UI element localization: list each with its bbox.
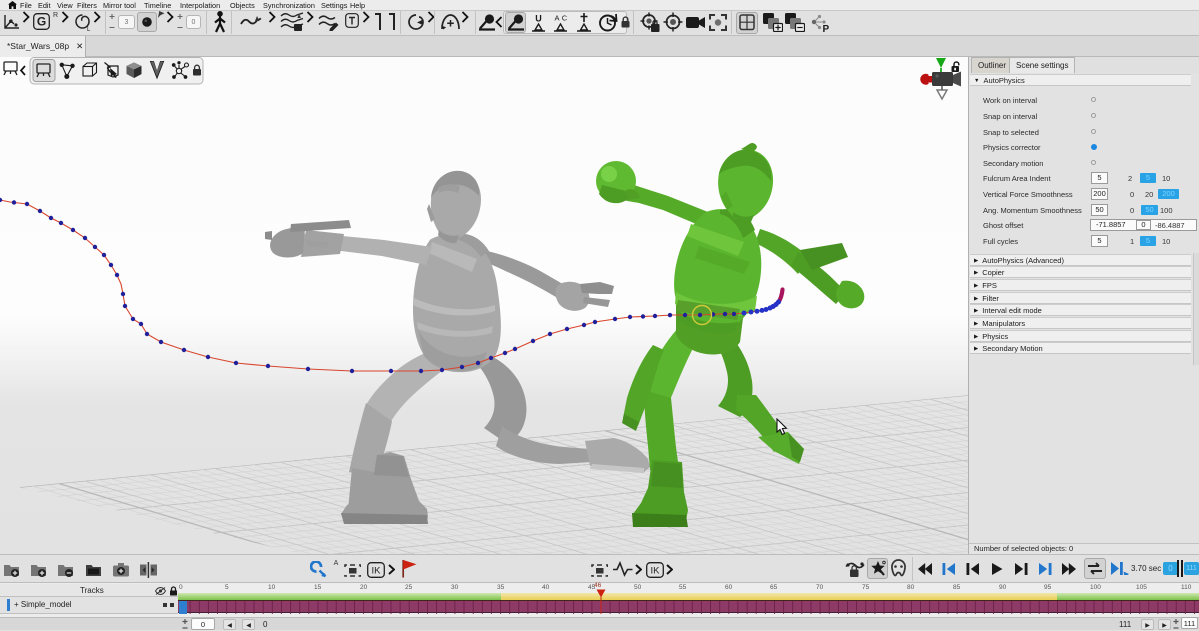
- svg-text:U: U: [535, 14, 542, 24]
- svg-text:IK: IK: [651, 566, 661, 577]
- svg-text:C: C: [562, 14, 568, 23]
- svg-text:P: P: [823, 24, 830, 33]
- svg-text:L: L: [87, 27, 91, 32]
- svg-text:R: R: [53, 12, 58, 18]
- svg-text:G: G: [37, 15, 46, 29]
- svg-text:A: A: [334, 560, 339, 566]
- svg-text:IK: IK: [372, 566, 382, 577]
- svg-text:A: A: [554, 14, 559, 23]
